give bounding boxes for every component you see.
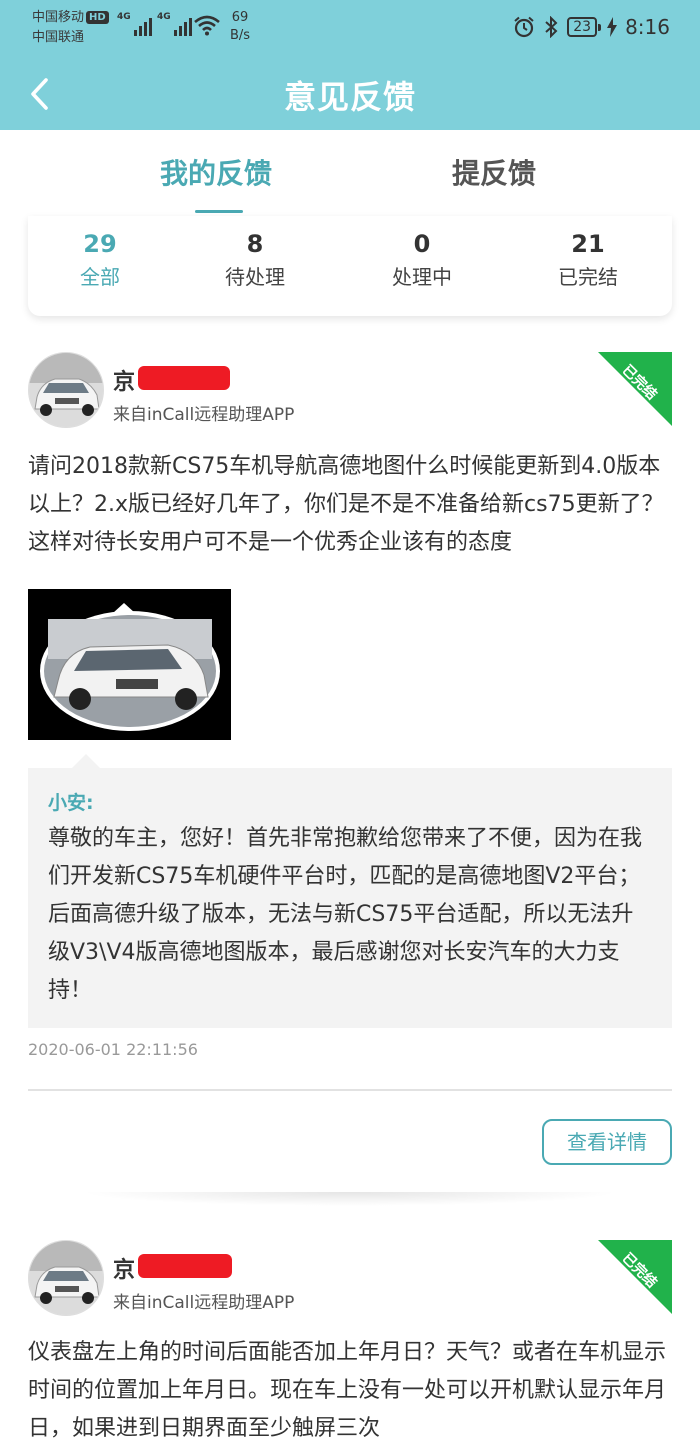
reply-name: 小安:	[48, 792, 94, 814]
top-bar: 中国移动 HD 中国联通 4G 4G 69 B/s 23 8:16 意见反馈	[0, 0, 700, 130]
carrier-1: 中国移动	[32, 10, 85, 25]
carrier-2: 中国联通	[32, 30, 85, 45]
source-label: 来自inCall远程助理APP	[113, 405, 295, 425]
wifi-icon	[194, 15, 220, 36]
reply-arrow	[72, 754, 100, 768]
charging-icon	[607, 17, 618, 37]
feedback-content: 请问2018款新CS75车机导航高德地图什么时候能更新到4.0版本以上？2.x版…	[28, 448, 674, 562]
stat-count: 8	[246, 230, 264, 258]
feedback-text: 仪表盘左上角的时间后面能否加上年月日？天气？或者在车机显示时间的位置加上年月日。…	[28, 1340, 667, 1441]
tab-bar: 我的反馈 提反馈	[0, 130, 700, 216]
stat-label: 全部	[80, 265, 120, 289]
active-tab-indicator	[195, 210, 243, 213]
network-speed: 69 B/s	[230, 9, 250, 45]
redaction-mark	[138, 366, 230, 390]
car-image	[29, 1241, 103, 1315]
stat-count: 29	[83, 230, 117, 258]
source-label: 来自inCall远程助理APP	[113, 1293, 295, 1313]
clock: 8:16	[625, 15, 670, 39]
feedback-text: 请问2018款新CS75车机导航高德地图什么时候能更新到4.0版本以上？2.x版…	[28, 454, 664, 555]
stat-processing[interactable]: 0 处理中	[352, 228, 492, 294]
status-bar: 中国移动 HD 中国联通 4G 4G 69 B/s 23 8:16	[0, 0, 700, 58]
username: 京	[113, 370, 136, 395]
avatar	[28, 352, 104, 428]
tab-submit-feedback[interactable]: 提反馈	[452, 152, 536, 192]
alarm-icon	[514, 16, 534, 38]
battery-icon: 23	[567, 17, 601, 37]
feedback-card: 京 来自inCall远程助理APP 已完结 请问2018款新CS75车机导航高德…	[0, 330, 700, 1210]
network-type-1: 4G	[117, 12, 131, 22]
stat-label: 待处理	[225, 265, 285, 289]
network-type-2: 4G	[157, 12, 171, 22]
hd-badge: HD	[86, 11, 109, 24]
bluetooth-icon	[545, 16, 558, 38]
reply-box: 小安: 尊敬的车主，您好！首先非常抱歉给您带来了不便，因为在我们开发新CS75车…	[28, 754, 672, 1028]
status-right: 23 8:16	[513, 12, 670, 42]
stats-card: 29 全部 8 待处理 0 处理中 21 已完结	[28, 216, 672, 316]
speed-value: 69	[231, 10, 249, 25]
divider	[28, 1089, 672, 1091]
stat-completed[interactable]: 21 已完结	[518, 228, 658, 294]
status-corner-badge: 已完结	[598, 1240, 672, 1314]
feedback-content: 仪表盘左上角的时间后面能否加上年月日？天气？或者在车机显示时间的位置加上年月日。…	[28, 1334, 674, 1448]
feedback-date: 2020-06-01 22:11:56	[28, 1040, 198, 1059]
attached-photo[interactable]	[28, 589, 231, 740]
stat-count: 0	[413, 230, 431, 258]
feedback-card: 京 来自inCall远程助理APP 已完结 仪表盘左上角的时间后面能否加上年月日…	[0, 1218, 700, 1454]
avatar	[28, 1240, 104, 1316]
tab-my-feedback[interactable]: 我的反馈	[160, 152, 272, 192]
card-separator	[80, 1192, 620, 1206]
title-bar: 意见反馈	[0, 58, 700, 130]
speed-unit: B/s	[230, 28, 251, 43]
car-photo	[28, 589, 231, 740]
stat-all[interactable]: 29 全部	[30, 228, 170, 294]
username: 京	[113, 1258, 136, 1283]
stat-label: 处理中	[392, 265, 452, 289]
reply-text: 尊敬的车主，您好！首先非常抱歉给您带来了不便，因为在我们开发新CS75车机硬件平…	[48, 826, 643, 1003]
signal-icon: 4G	[117, 12, 152, 36]
stat-pending[interactable]: 8 待处理	[185, 228, 325, 294]
carrier-info: 中国移动 HD 中国联通	[32, 8, 109, 48]
redaction-mark	[138, 1254, 232, 1278]
stat-label: 已完结	[558, 265, 618, 289]
view-details-button[interactable]: 查看详情	[542, 1119, 672, 1165]
page-title: 意见反馈	[283, 78, 416, 116]
car-image	[29, 353, 103, 427]
stat-count: 21	[571, 230, 605, 258]
status-corner-badge: 已完结	[598, 352, 672, 426]
signal-icon-2: 4G	[157, 12, 192, 36]
